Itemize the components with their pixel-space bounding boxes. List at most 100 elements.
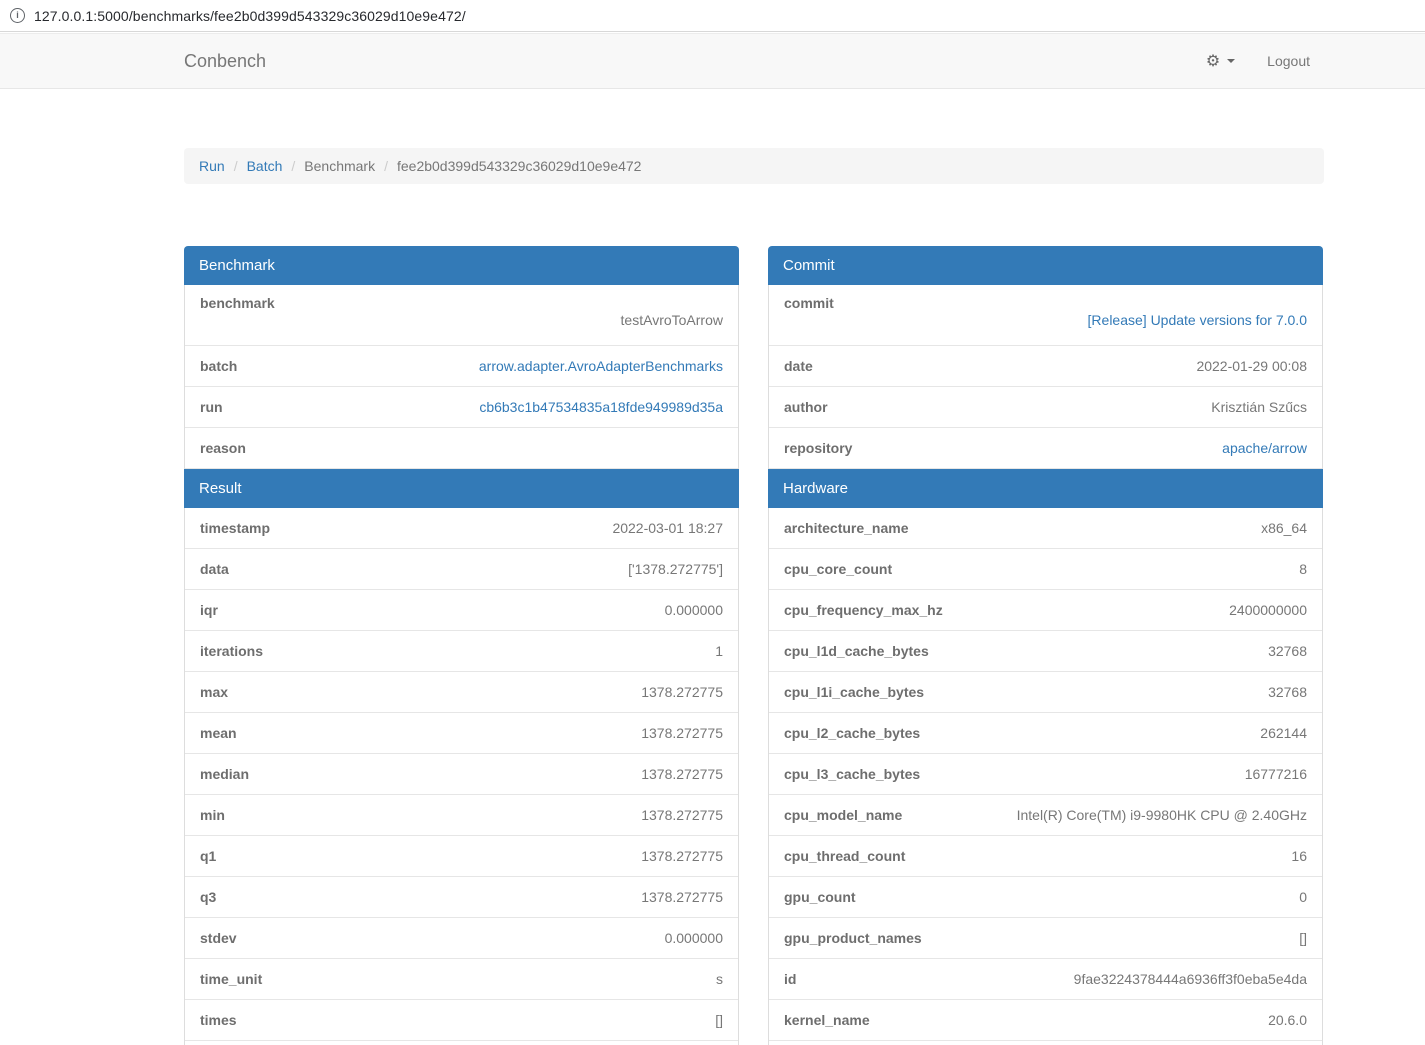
url-text[interactable]: 127.0.0.1:5000/benchmarks/fee2b0d399d543… — [34, 8, 466, 24]
row-value: x86_64 — [1261, 520, 1307, 536]
panel-benchmark: BenchmarkbenchmarktestAvroToArrow batch ar… — [184, 246, 739, 469]
breadcrumb-separator: / — [375, 158, 397, 174]
table-row: run cb6b3c1b47534835a18fde949989d35a — [185, 387, 738, 428]
table-row: q11378.272775 — [185, 836, 738, 877]
row-label: stdev — [200, 930, 237, 946]
table-row: reason — [185, 428, 738, 469]
row-label: run — [200, 399, 223, 415]
panel-title: Commit — [768, 246, 1323, 285]
table-row: architecture_name x86_64 — [769, 508, 1322, 549]
row-label: cpu_model_name — [784, 807, 902, 823]
row-value: 8 — [1299, 561, 1307, 577]
row-label: architecture_name — [784, 520, 909, 536]
settings-dropdown[interactable]: ⚙ — [1206, 51, 1235, 71]
row-value: 2400000000 — [1229, 602, 1307, 618]
row-value: Krisztián Szűcs — [1211, 399, 1307, 415]
table-row: gpu_count0 — [769, 877, 1322, 918]
breadcrumb-separator: / — [225, 158, 247, 174]
row-value: 0.000000 — [665, 930, 723, 946]
row-value: 32768 — [1268, 684, 1307, 700]
row-value: 32768 — [1268, 643, 1307, 659]
row-label: batch — [200, 358, 237, 374]
row-value: s — [716, 971, 723, 987]
row-value: [] — [1299, 930, 1307, 946]
table-row: date2022-01-29 00:08 — [769, 346, 1322, 387]
row-label: commit — [784, 295, 1307, 311]
row-value: 16 — [1291, 848, 1307, 864]
row-value: Intel(R) Core(TM) i9-9980HK CPU @ 2.40GH… — [1017, 807, 1307, 823]
row-label: max — [200, 684, 228, 700]
row-value: 0 — [1299, 889, 1307, 905]
row-value-link[interactable]: cb6b3c1b47534835a18fde949989d35a — [479, 399, 723, 415]
breadcrumb-separator: / — [282, 158, 304, 174]
right-column: Commitcommit[Release] Update versions fo… — [768, 246, 1323, 1045]
table-row: cpu_core_count8 — [769, 549, 1322, 590]
navbar-brand[interactable]: Conbench — [184, 34, 266, 88]
navbar: Conbench ⚙ Logout — [0, 33, 1425, 89]
row-value: 1378.272775 — [641, 766, 723, 782]
row-label: q1 — [200, 848, 216, 864]
table-row: data ['1378.272775'] — [185, 549, 738, 590]
row-value: 2022-01-29 00:08 — [1196, 358, 1307, 374]
left-column: BenchmarkbenchmarktestAvroToArrow batch ar… — [184, 246, 739, 1045]
table-row: id9fae3224378444a6936ff3f0eba5e4da — [769, 959, 1322, 1000]
row-label: cpu_l2_cache_bytes — [784, 725, 920, 741]
row-value: 262144 — [1260, 725, 1307, 741]
row-value-link[interactable]: apache/arrow — [1222, 440, 1307, 456]
row-label: mean — [200, 725, 237, 741]
table-continuation — [184, 1041, 739, 1045]
row-value-link[interactable]: arrow.adapter.AvroAdapterBenchmarks — [479, 358, 723, 374]
browser-address-bar[interactable]: 127.0.0.1:5000/benchmarks/fee2b0d399d543… — [0, 0, 1425, 32]
table-row: max 1378.272775 — [185, 672, 738, 713]
row-label: repository — [784, 440, 852, 456]
table-row: cpu_l3_cache_bytes 16777216 — [769, 754, 1322, 795]
row-label: kernel_name — [784, 1012, 870, 1028]
row-label: cpu_thread_count — [784, 848, 905, 864]
row-label: gpu_product_names — [784, 930, 922, 946]
row-value: 1378.272775 — [641, 807, 723, 823]
panel-rows: benchmarktestAvroToArrow batch arrow.adapt… — [184, 285, 739, 469]
row-label: id — [784, 971, 796, 987]
row-label: median — [200, 766, 249, 782]
panel-hardware: Hardwarearchitecture_namex86_64cpu_core_… — [768, 469, 1323, 1041]
table-row: mean1378.272775 — [185, 713, 738, 754]
panel-commit: Commitcommit[Release] Update versions fo… — [768, 246, 1323, 469]
breadcrumb: Run/Batch/Benchmark/fee2b0d399d543329c36… — [184, 148, 1324, 184]
panel-rows: architecture_namex86_64cpu_core_count8cp… — [768, 508, 1323, 1041]
row-value: ['1378.272775'] — [628, 561, 723, 577]
row-label: author — [784, 399, 828, 415]
table-row: commit[Release] Update versions for 7.0.… — [769, 285, 1322, 346]
row-value: 1378.272775 — [641, 889, 723, 905]
row-label: time_unit — [200, 971, 262, 987]
navbar-right: ⚙ Logout — [1206, 34, 1310, 88]
table-row: stdev 0.000000 — [185, 918, 738, 959]
panel-rows: timestamp2022-03-01 18:27 data ['1378.2727… — [184, 508, 739, 1041]
logout-link[interactable]: Logout — [1267, 53, 1310, 69]
row-value: 16777216 — [1245, 766, 1307, 782]
gear-icon: ⚙ — [1206, 51, 1220, 71]
panel-title: Benchmark — [184, 246, 739, 285]
row-value-link[interactable]: [Release] Update versions for 7.0.0 — [784, 312, 1307, 328]
breadcrumb-item-batch[interactable]: Batch — [247, 158, 283, 174]
row-label: cpu_l3_cache_bytes — [784, 766, 920, 782]
row-label: timestamp — [200, 520, 270, 536]
row-value: [] — [715, 1012, 723, 1028]
row-value: 1 — [715, 643, 723, 659]
table-row: benchmarktestAvroToArrow — [185, 285, 738, 346]
breadcrumb-item-run[interactable]: Run — [199, 158, 225, 174]
table-row: author Krisztián Szűcs — [769, 387, 1322, 428]
row-label: iterations — [200, 643, 263, 659]
table-row: batch arrow.adapter.AvroAdapterBenchmarks — [185, 346, 738, 387]
panel-result: Resulttimestamp2022-03-01 18:27data['137… — [184, 469, 739, 1041]
table-row: cpu_l1i_cache_bytes32768 — [769, 672, 1322, 713]
table-row: cpu_frequency_max_hz2400000000 — [769, 590, 1322, 631]
info-circle-icon[interactable] — [10, 8, 25, 23]
table-row: times[] — [185, 1000, 738, 1041]
table-row: iqr0.000000 — [185, 590, 738, 631]
row-label: data — [200, 561, 229, 577]
table-row: timestamp2022-03-01 18:27 — [185, 508, 738, 549]
table-row: min1378.272775 — [185, 795, 738, 836]
row-value: 1378.272775 — [641, 684, 723, 700]
table-row: cpu_model_name Intel(R) Core(TM) i9-9980H… — [769, 795, 1322, 836]
table-row: cpu_l1d_cache_bytes32768 — [769, 631, 1322, 672]
